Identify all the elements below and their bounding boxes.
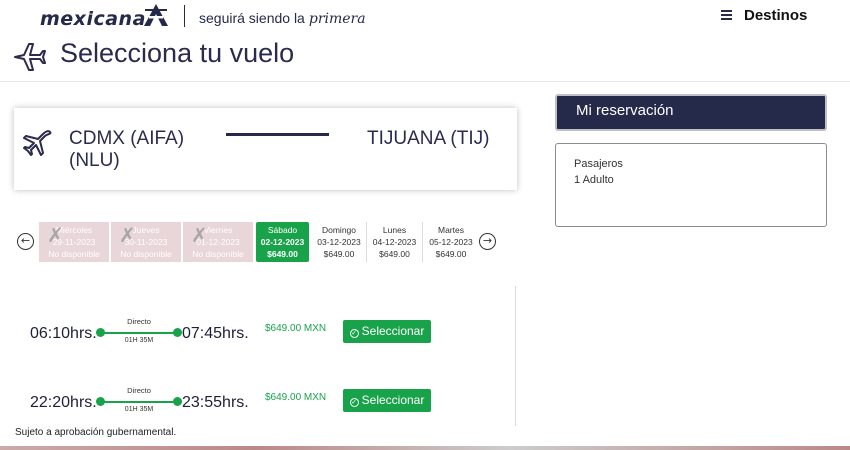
fare-price: $649.00 MXN xyxy=(265,323,327,334)
date-option[interactable]: Martes 05-12-2023 $649.00 xyxy=(423,222,479,262)
date-status: No disponible xyxy=(120,249,172,259)
passengers-value: 1 Adulto xyxy=(574,174,614,186)
government-approval-disclaimer: Sujeto a aprobación gubernamental. xyxy=(15,427,177,438)
not-available-icon: ✗ xyxy=(47,225,64,247)
date-option[interactable]: Lunes 04-12-2023 $649.00 xyxy=(367,222,423,262)
date-price: $649.00 xyxy=(435,249,467,259)
brand-tagline: seguirá siendo la primera xyxy=(199,10,366,27)
segment-start-dot xyxy=(96,397,105,406)
date-option-disabled: ✗ Viernes 01-12-2023 No disponible xyxy=(183,222,253,262)
date-weekday: Domingo xyxy=(321,225,357,235)
route-line xyxy=(226,133,329,136)
select-flight-label: Seleccionar xyxy=(361,393,425,407)
segment-start-dot xyxy=(96,328,105,337)
check-circle-icon: ✓ xyxy=(349,329,359,338)
date-value: 02-12-2023 xyxy=(260,237,305,247)
tagline-text: seguirá siendo la xyxy=(199,10,305,26)
airplane-icon xyxy=(14,43,46,71)
date-option[interactable]: Domingo 03-12-2023 $649.00 xyxy=(312,222,367,262)
date-weekday: Martes xyxy=(438,225,464,235)
flight-option: 06:10hrs. Directo 01H 35M 07:45hrs. $649… xyxy=(14,314,516,354)
date-price: $649.00 xyxy=(379,249,410,259)
flight-type: Directo xyxy=(127,386,151,395)
brand-logo-text[interactable]: mexicana xyxy=(40,8,146,30)
date-option-disabled: ✗ Jueves 30-11-2023 No disponible xyxy=(111,222,181,262)
airplane-icon xyxy=(23,130,52,156)
arrival-time: 23:55hrs. xyxy=(182,394,249,411)
hamburger-menu-icon[interactable] xyxy=(721,10,732,20)
flight-duration: 01H 35M xyxy=(124,406,154,413)
date-price: $649.00 xyxy=(323,249,355,259)
reservation-details: Pasajeros 1 Adulto xyxy=(555,143,827,227)
next-dates-button[interactable]: → xyxy=(479,233,496,250)
segment-end-dot xyxy=(173,397,182,406)
departure-time: 06:10hrs. xyxy=(30,325,97,342)
date-status: No disponible xyxy=(192,249,244,259)
date-value: 03-12-2023 xyxy=(317,237,361,247)
date-carousel: ← ✗ Miércoles 29-11-2023 No disponible ✗… xyxy=(14,222,504,262)
select-flight-label: Seleccionar xyxy=(361,324,425,338)
tagline-script: primera xyxy=(308,11,366,27)
page-title: Selecciona tu vuelo xyxy=(60,38,295,68)
passengers-label: Pasajeros xyxy=(574,158,623,170)
page-title-row: Selecciona tu vuelo xyxy=(0,36,850,82)
date-option-disabled: ✗ Miércoles 29-11-2023 No disponible xyxy=(39,222,109,262)
not-available-icon: ✗ xyxy=(191,225,208,247)
destination-airport: TIJUANA (TIJ) xyxy=(367,128,490,149)
origin-airport: CDMX (AIFA) (NLU) xyxy=(69,128,185,171)
segment-end-dot xyxy=(173,328,182,337)
fare-price: $649.00 MXN xyxy=(265,392,327,403)
date-value: 04-12-2023 xyxy=(372,237,417,247)
date-weekday: Sábado xyxy=(267,225,298,235)
previous-dates-button[interactable]: ← xyxy=(17,233,34,250)
reservation-header: Mi reservación xyxy=(555,94,827,131)
check-circle-icon: ✓ xyxy=(349,398,359,407)
flight-type: Directo xyxy=(127,317,151,326)
top-navigation-bar: mexicana seguirá siendo la primera Destin… xyxy=(0,0,850,36)
segment-line xyxy=(100,401,178,403)
date-option-selected[interactable]: Sábado 02-12-2023 $649.00 xyxy=(256,222,309,262)
destinos-menu-link[interactable]: Destinos xyxy=(744,7,807,24)
flight-duration: 01H 35M xyxy=(124,337,154,344)
date-price: $649.00 xyxy=(267,249,298,259)
departure-time: 22:20hrs. xyxy=(30,394,97,411)
bottom-image-strip xyxy=(0,446,850,450)
flight-segment: Directo 01H 35M xyxy=(96,314,182,354)
select-flight-button[interactable]: ✓ Seleccionar xyxy=(343,320,431,343)
segment-line xyxy=(100,332,178,334)
date-value: 05-12-2023 xyxy=(429,237,473,247)
date-weekday: Lunes xyxy=(382,225,407,235)
not-available-icon: ✗ xyxy=(119,225,136,247)
select-flight-button[interactable]: ✓ Seleccionar xyxy=(343,389,431,412)
flight-segment: Directo 01H 35M xyxy=(96,383,182,423)
flights-list: 06:10hrs. Directo 01H 35M 07:45hrs. $649… xyxy=(14,286,516,426)
arrival-time: 07:45hrs. xyxy=(182,325,249,342)
route-summary-card: CDMX (AIFA) (NLU) TIJUANA (TIJ) xyxy=(14,108,517,190)
logo-divider xyxy=(184,5,185,27)
flight-option: 22:20hrs. Directo 01H 35M 23:55hrs. $649… xyxy=(14,383,516,423)
date-status: No disponible xyxy=(48,249,100,259)
brand-logo-icon[interactable] xyxy=(143,3,169,27)
